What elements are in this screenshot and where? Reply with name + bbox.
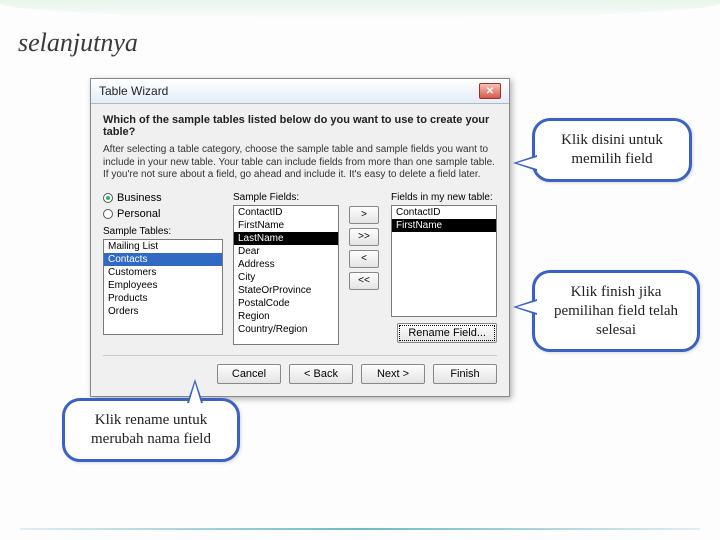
cancel-button[interactable]: Cancel (217, 364, 281, 384)
callout-tail-icon (513, 155, 537, 171)
wizard-prompt: Which of the sample tables listed below … (103, 114, 497, 138)
list-item[interactable]: StateOrProvince (234, 284, 338, 297)
radio-icon (103, 209, 113, 219)
callout-text: Klik finish jika pemilihan field telah s… (554, 284, 678, 338)
list-item[interactable]: Employees (104, 279, 222, 292)
rename-field-button[interactable]: Rename Field... (397, 323, 497, 343)
slide-title: selanjutnya (18, 28, 138, 58)
radio-personal-label: Personal (117, 208, 160, 220)
list-item[interactable]: LastName (234, 232, 338, 245)
callout-text: Klik disini untuk memilih field (561, 132, 663, 167)
sample-tables-label: Sample Tables: (103, 226, 223, 237)
list-item[interactable]: Products (104, 292, 222, 305)
finish-button[interactable]: Finish (433, 364, 497, 384)
list-item[interactable]: ContactID (234, 206, 338, 219)
radio-business-label: Business (117, 192, 162, 204)
add-field-button[interactable]: > (349, 206, 379, 224)
next-button[interactable]: Next > (361, 364, 425, 384)
remove-all-fields-button[interactable]: << (349, 272, 379, 290)
callout-tail-icon (187, 379, 203, 403)
radio-business[interactable]: Business (103, 192, 223, 204)
list-item[interactable]: ContactID (392, 206, 496, 219)
callout-finish: Klik finish jika pemilihan field telah s… (532, 270, 700, 352)
list-item[interactable]: Country/Region (234, 323, 338, 336)
callout-tail-icon (513, 299, 537, 315)
callout-text: Klik rename untuk merubah nama field (91, 412, 211, 447)
add-all-fields-button[interactable]: >> (349, 228, 379, 246)
remove-field-button[interactable]: < (349, 250, 379, 268)
new-fields-label: Fields in my new table: (391, 192, 497, 203)
table-wizard-dialog: Table Wizard ✕ Which of the sample table… (90, 78, 510, 397)
callout-select-field: Klik disini untuk memilih field (532, 118, 692, 182)
radio-personal[interactable]: Personal (103, 208, 223, 220)
list-item[interactable]: PostalCode (234, 297, 338, 310)
list-item[interactable]: Customers (104, 266, 222, 279)
new-fields-listbox[interactable]: ContactIDFirstName (391, 205, 497, 317)
list-item[interactable]: Dear (234, 245, 338, 258)
sample-fields-listbox[interactable]: ContactIDFirstNameLastNameDearAddressCit… (233, 205, 339, 345)
back-button[interactable]: < Back (289, 364, 353, 384)
list-item[interactable]: Orders (104, 305, 222, 318)
decorative-footer-line (20, 528, 700, 530)
list-item[interactable]: City (234, 271, 338, 284)
wizard-nav: Cancel < Back Next > Finish (103, 355, 497, 384)
sample-fields-label: Sample Fields: (233, 192, 339, 203)
dialog-title: Table Wizard (99, 84, 168, 98)
list-item[interactable]: FirstName (392, 219, 496, 232)
sample-tables-listbox[interactable]: Mailing ListContactsCustomersEmployeesPr… (103, 239, 223, 335)
dialog-titlebar: Table Wizard ✕ (91, 79, 509, 104)
list-item[interactable]: Contacts (104, 253, 222, 266)
wizard-description: After selecting a table category, choose… (103, 144, 497, 182)
list-item[interactable]: Mailing List (104, 240, 222, 253)
list-item[interactable]: Address (234, 258, 338, 271)
list-item[interactable]: Region (234, 310, 338, 323)
close-icon[interactable]: ✕ (479, 83, 501, 99)
radio-icon (103, 193, 113, 203)
decorative-wave (0, 0, 720, 18)
list-item[interactable]: FirstName (234, 219, 338, 232)
callout-rename: Klik rename untuk merubah nama field (62, 398, 240, 462)
